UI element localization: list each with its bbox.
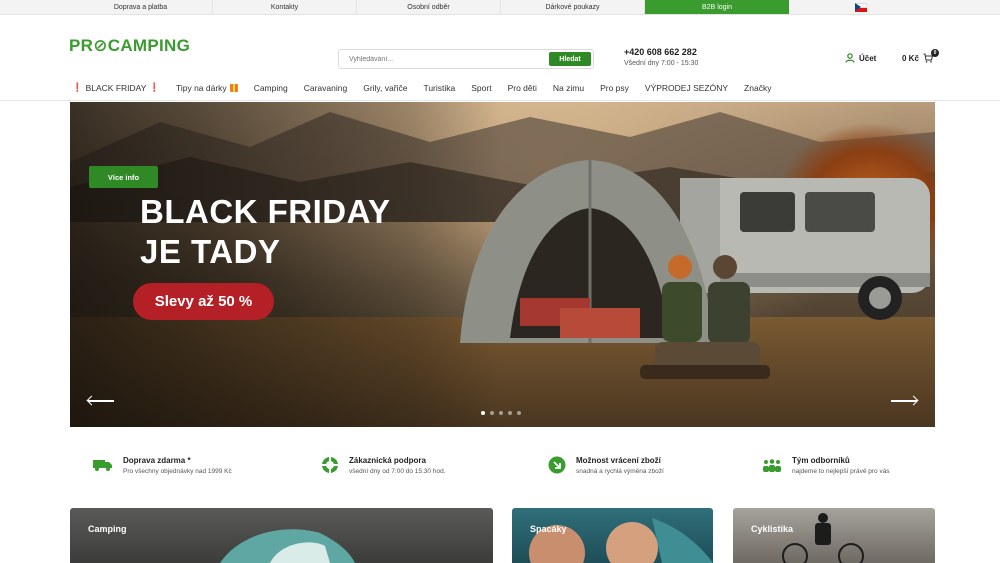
slider-dot[interactable] xyxy=(481,411,485,415)
phone-number[interactable]: +420 608 662 282 xyxy=(624,47,697,57)
couple-illustration xyxy=(640,255,770,379)
search-button[interactable]: Hledat xyxy=(549,52,591,66)
account-link[interactable]: Účet xyxy=(845,53,876,63)
gift-icon xyxy=(229,83,238,92)
nav-item-caravaning[interactable]: Caravaning xyxy=(304,83,347,93)
benefit-free-shipping: Doprava zdarma * Pro všechny objednávky … xyxy=(93,456,232,475)
logo[interactable]: PR⊘CAMPING xyxy=(69,36,190,56)
slider-dot[interactable] xyxy=(517,411,521,415)
benefit-desc: snadná a rychlá výměna zboží xyxy=(576,468,664,475)
slider-dots xyxy=(481,411,521,415)
nav-item-kids[interactable]: Pro děti xyxy=(508,83,537,93)
slider-dot[interactable] xyxy=(490,411,494,415)
main-navigation: ❗ BLACK FRIDAY ❗ Tipy na dárky Camping C… xyxy=(0,75,1000,101)
top-utility-bar: Doprava a platba Kontakty Osobní odběr D… xyxy=(0,0,1000,15)
benefit-desc: Pro všechny objednávky nad 1999 Kč xyxy=(123,468,232,475)
team-icon xyxy=(763,459,781,472)
sleeping-bag-photo xyxy=(529,518,713,563)
category-label: Spacáky xyxy=(530,524,567,534)
opening-hours: Všední dny 7:00 - 15:30 xyxy=(624,60,699,67)
hero-banner[interactable]: Více info BLACK FRIDAY JE TADY Slevy až … xyxy=(70,102,935,427)
nav-item-sport[interactable]: Sport xyxy=(471,83,491,93)
truck-icon xyxy=(93,460,112,471)
tent-photo xyxy=(220,529,355,563)
contacts-link[interactable]: Kontakty xyxy=(213,0,357,14)
nav-item-grills[interactable]: Grily, vařiče xyxy=(363,83,407,93)
user-icon xyxy=(845,53,855,63)
hero-title: BLACK FRIDAY JE TADY xyxy=(140,192,390,272)
benefits-row: Doprava zdarma * Pro všechny objednávky … xyxy=(90,456,940,486)
benefit-returns: Možnost vrácení zboží snadná a rychlá vý… xyxy=(548,456,664,475)
nav-item-camping[interactable]: Camping xyxy=(254,83,288,93)
nav-item-gift-tips[interactable]: Tipy na dárky xyxy=(176,83,238,93)
lifebuoy-icon xyxy=(322,457,338,473)
benefit-title: Možnost vrácení zboží xyxy=(576,456,661,465)
slider-dot[interactable] xyxy=(499,411,503,415)
nav-item-brands[interactable]: Značky xyxy=(744,83,771,93)
benefit-desc: všední dny od 7:00 do 15:30 hod. xyxy=(349,468,446,475)
benefit-title: Zákaznická podpora xyxy=(349,456,426,465)
nav-item-hiking[interactable]: Turistika xyxy=(423,83,455,93)
search-bar: Hledat xyxy=(338,49,594,69)
benefit-support: Zákaznická podpora všední dny od 7:00 do… xyxy=(321,456,446,475)
category-tile-sleeping-bags[interactable]: Spacáky xyxy=(512,508,713,563)
category-label: Camping xyxy=(88,524,127,534)
slider-dot[interactable] xyxy=(508,411,512,415)
account-label: Účet xyxy=(859,53,877,63)
next-slide-arrow-icon[interactable] xyxy=(891,400,917,402)
personal-pickup-link[interactable]: Osobní odběr xyxy=(357,0,501,14)
previous-slide-arrow-icon[interactable] xyxy=(88,400,114,402)
nav-item-black-friday[interactable]: ❗ BLACK FRIDAY ❗ xyxy=(72,82,160,93)
benefit-experts: Tým odborníků najdeme to nejlepší právě … xyxy=(762,456,890,475)
nav-item-winter[interactable]: Na zimu xyxy=(553,83,584,93)
nav-item-dogs[interactable]: Pro psy xyxy=(600,83,629,93)
cart-total: 0 Kč xyxy=(902,53,919,63)
czech-flag-icon[interactable] xyxy=(855,3,867,12)
benefit-title: Tým odborníků xyxy=(792,456,850,465)
exclamation-icon: ❗ xyxy=(149,82,160,92)
shipping-payment-link[interactable]: Doprava a platba xyxy=(69,0,213,14)
return-arrow-icon xyxy=(548,456,566,474)
b2b-login-link[interactable]: B2B login xyxy=(645,0,789,14)
benefit-title: Doprava zdarma * xyxy=(123,456,191,465)
hero-title-line1: BLACK FRIDAY xyxy=(140,193,391,230)
nav-label: BLACK FRIDAY xyxy=(85,82,147,93)
cyclist-photo xyxy=(782,513,864,563)
more-info-button[interactable]: Více info xyxy=(89,166,158,188)
exclamation-icon: ❗ xyxy=(72,82,83,92)
nav-item-season-sale[interactable]: VÝPRODEJ SEZÓNY xyxy=(645,83,728,93)
cart-link[interactable]: 0 Kč 0 xyxy=(902,49,939,63)
category-tile-cycling[interactable]: Cyklistika xyxy=(733,508,935,563)
cart-count-badge: 0 xyxy=(931,49,939,57)
category-tile-camping[interactable]: Camping xyxy=(70,508,493,563)
benefit-desc: najdeme to nejlepší právě pro vás xyxy=(792,468,890,475)
hero-title-line2: JE TADY xyxy=(140,233,281,270)
sale-badge: Slevy až 50 % xyxy=(133,283,274,320)
category-label: Cyklistika xyxy=(751,524,794,534)
nav-label: Tipy na dárky xyxy=(175,82,227,93)
gift-vouchers-link[interactable]: Dárkové poukazy xyxy=(501,0,645,14)
header: PR⊘CAMPING Hledat +420 608 662 282 Všedn… xyxy=(0,15,1000,75)
